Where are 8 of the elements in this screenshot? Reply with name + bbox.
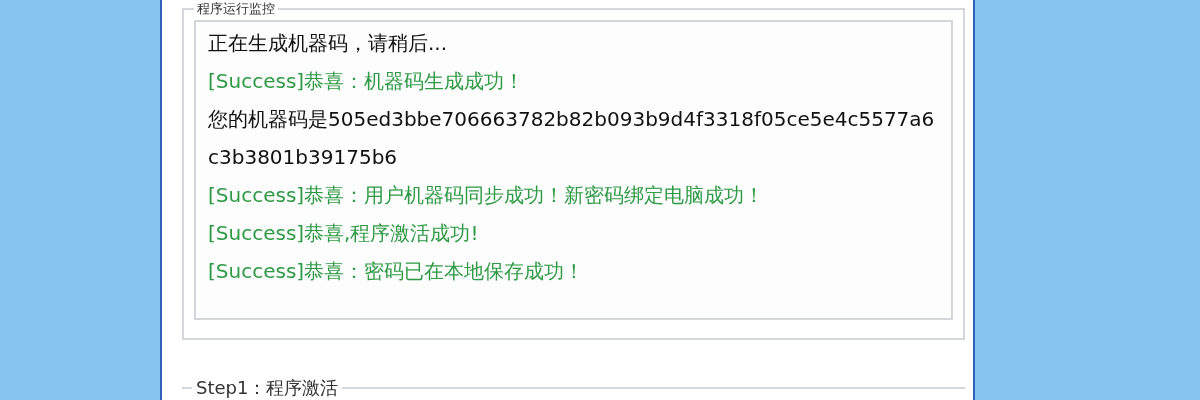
- group-title: Step1：程序激活: [195, 376, 340, 400]
- log-line: [Success]恭喜,程序激活成功!: [208, 220, 480, 247]
- log-line: 正在生成机器码，请稍后...: [208, 30, 449, 57]
- group-title: 程序运行监控: [196, 0, 276, 18]
- log-line: [Success]恭喜：密码已在本地保存成功！: [208, 258, 586, 285]
- log-line: [Success]恭喜：用户机器码同步成功！新密码绑定电脑成功！: [208, 182, 766, 209]
- log-line: 您的机器码是505ed3bbe706663782b82b093b9d4f3318f05ce5e4c5577a6c3b3801b39175b6: [208, 106, 936, 171]
- log-line: [Success]恭喜：机器码生成成功！: [208, 68, 526, 95]
